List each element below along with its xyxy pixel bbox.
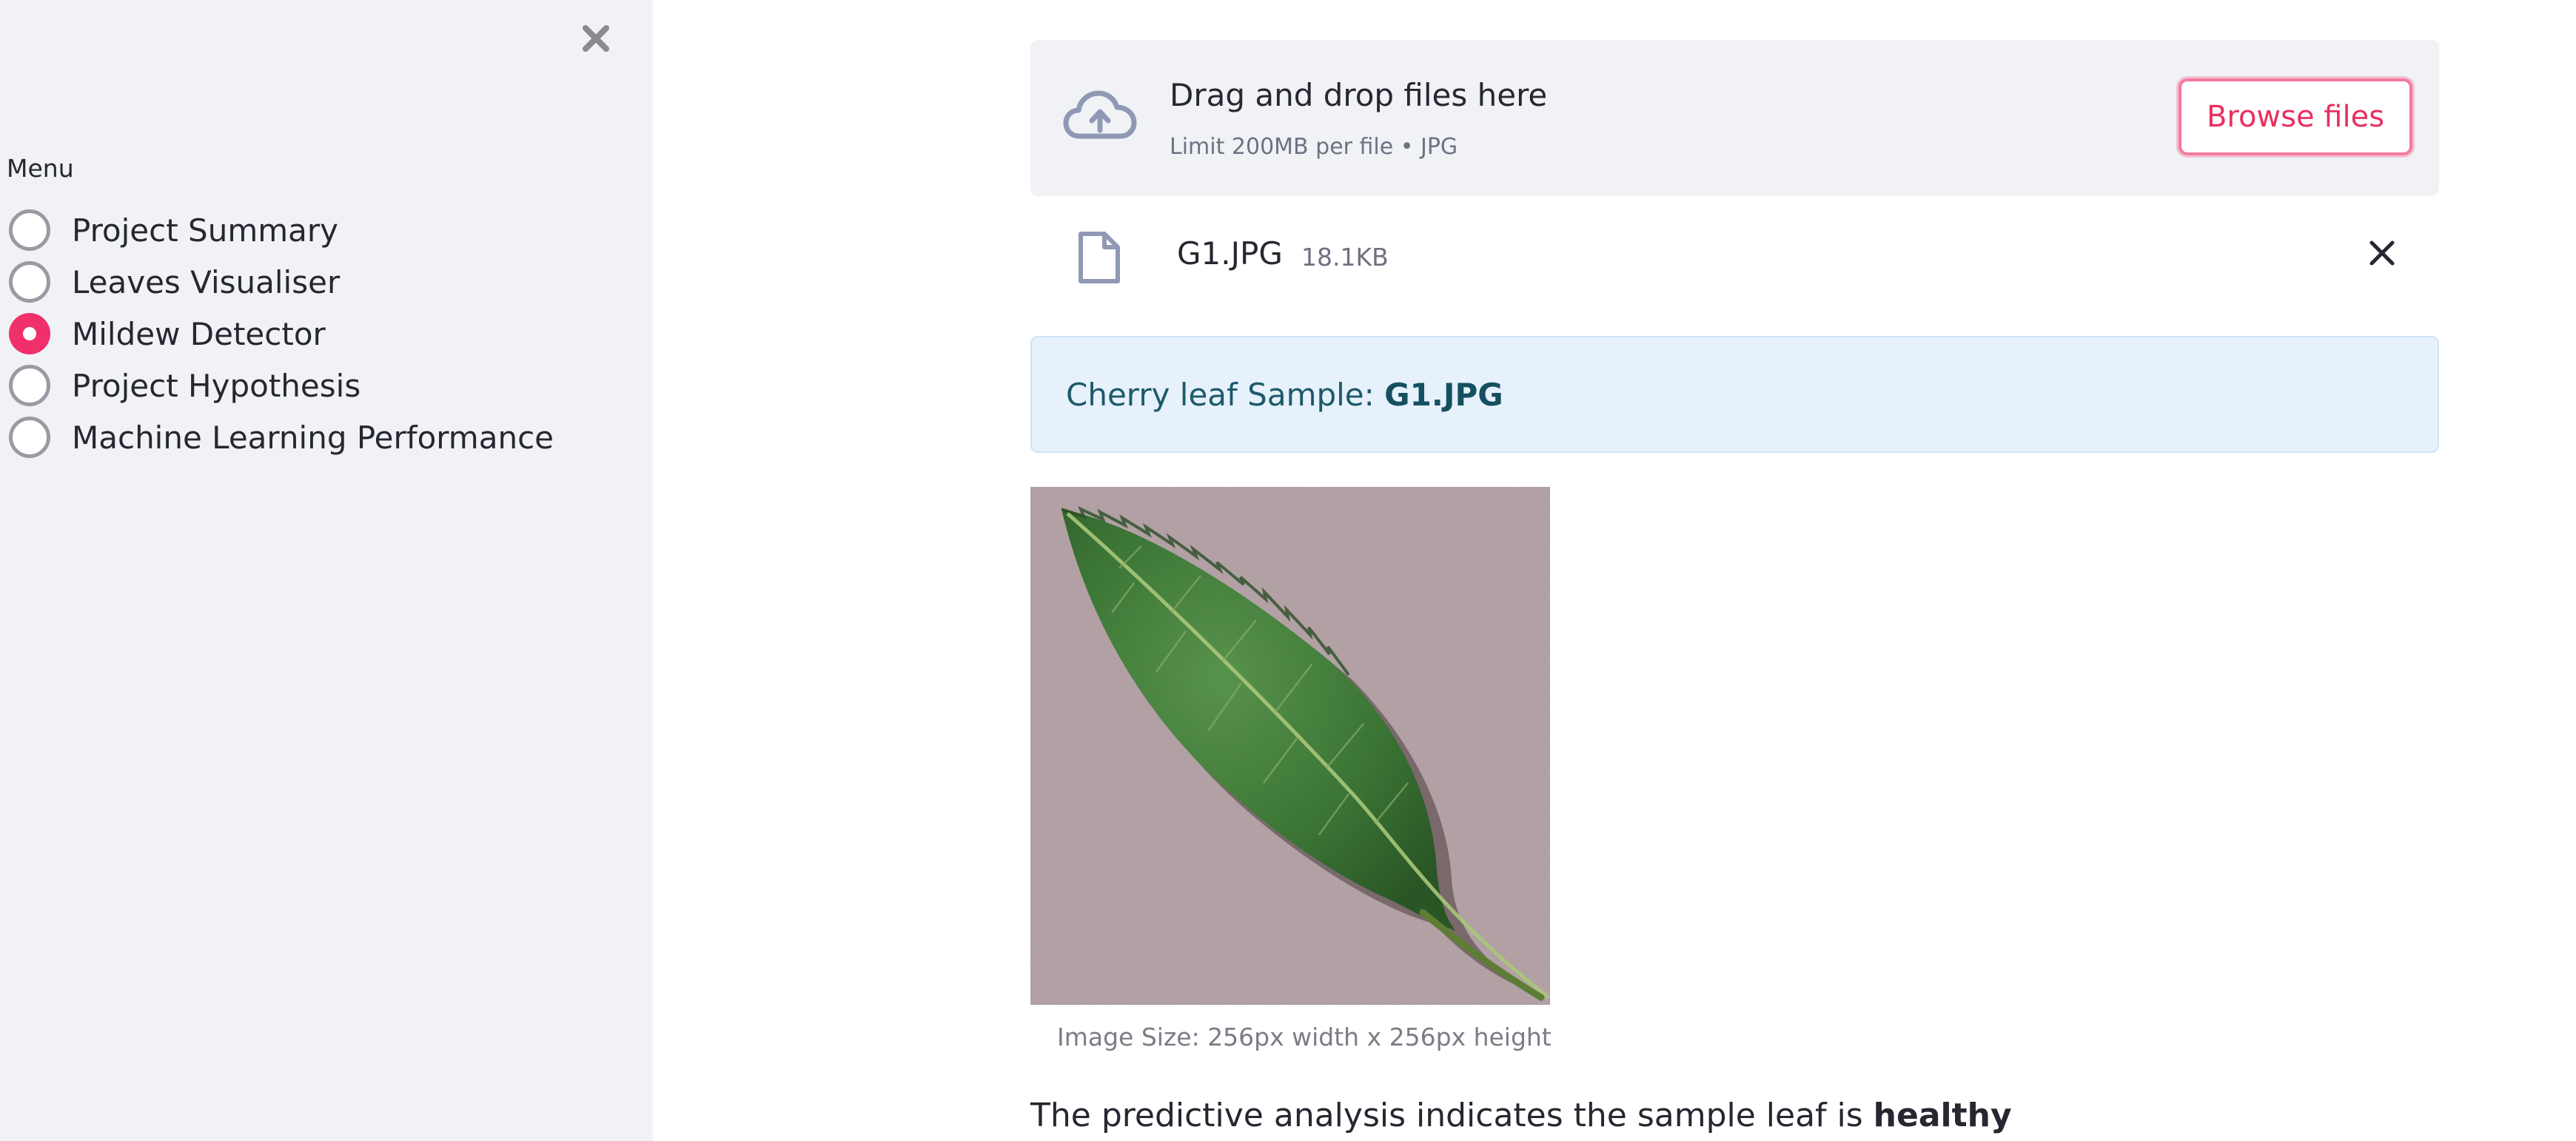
dropzone-title: Drag and drop files here bbox=[1170, 77, 1548, 113]
menu-label: Menu bbox=[7, 154, 74, 183]
remove-file-button[interactable] bbox=[2361, 232, 2403, 274]
image-caption: Image Size: 256px width x 256px height bbox=[1057, 1023, 1552, 1051]
main-content: Drag and drop files here Limit 200MB per… bbox=[653, 0, 2576, 1141]
radio-button-icon[interactable] bbox=[9, 417, 50, 458]
radio-button-icon[interactable] bbox=[9, 209, 50, 251]
radio-dot-icon bbox=[23, 327, 36, 340]
uploaded-file-size: 18.1KB bbox=[1301, 243, 1389, 272]
close-icon bbox=[2369, 240, 2395, 266]
menu-item-label: Machine Learning Performance bbox=[72, 419, 554, 456]
menu-item-label: Project Summary bbox=[72, 212, 339, 249]
cloud-upload-icon bbox=[1063, 90, 1137, 139]
menu-item-label: Project Hypothesis bbox=[72, 367, 361, 404]
sidebar: Menu Project Summary Leaves Visualiser M… bbox=[0, 0, 653, 1141]
radio-button-icon[interactable] bbox=[9, 261, 50, 303]
close-sidebar-button[interactable] bbox=[574, 15, 617, 62]
leaf-sample-image bbox=[1030, 487, 1550, 1005]
menu-item-mildew-detector[interactable]: Mildew Detector bbox=[9, 308, 554, 360]
prediction-prefix: The predictive analysis indicates the sa… bbox=[1030, 1097, 1874, 1134]
leaf-picture bbox=[1030, 487, 1550, 1005]
menu-radio-group: Project Summary Leaves Visualiser Mildew… bbox=[9, 204, 554, 463]
dropzone-limit-text: Limit 200MB per file • JPG bbox=[1170, 134, 1458, 160]
radio-selected-icon[interactable] bbox=[9, 313, 50, 354]
file-dropzone[interactable]: Drag and drop files here Limit 200MB per… bbox=[1030, 40, 2439, 196]
radio-button-icon[interactable] bbox=[9, 365, 50, 406]
prediction-status: healthy bbox=[1873, 1097, 2012, 1134]
uploaded-file-row: G1.JPG 18.1KB bbox=[1030, 221, 2439, 289]
prediction-result: The predictive analysis indicates the sa… bbox=[1030, 1097, 2012, 1134]
menu-item-label: Mildew Detector bbox=[72, 315, 326, 352]
menu-item-leaves-visualiser[interactable]: Leaves Visualiser bbox=[9, 256, 554, 308]
menu-item-project-hypothesis[interactable]: Project Hypothesis bbox=[9, 360, 554, 411]
menu-item-project-summary[interactable]: Project Summary bbox=[9, 204, 554, 256]
menu-item-ml-performance[interactable]: Machine Learning Performance bbox=[9, 411, 554, 463]
sample-info-filename: G1.JPG bbox=[1384, 376, 1503, 413]
sample-info-prefix: Cherry leaf Sample: bbox=[1066, 376, 1375, 413]
close-x-icon bbox=[583, 25, 609, 52]
sample-info-box: Cherry leaf Sample: G1.JPG bbox=[1030, 336, 2439, 453]
menu-item-label: Leaves Visualiser bbox=[72, 263, 341, 300]
uploaded-file-name: G1.JPG bbox=[1177, 235, 1283, 272]
browse-files-button[interactable]: Browse files bbox=[2178, 78, 2412, 155]
file-icon bbox=[1079, 232, 1120, 283]
app-root: Menu Project Summary Leaves Visualiser M… bbox=[0, 0, 2576, 1141]
